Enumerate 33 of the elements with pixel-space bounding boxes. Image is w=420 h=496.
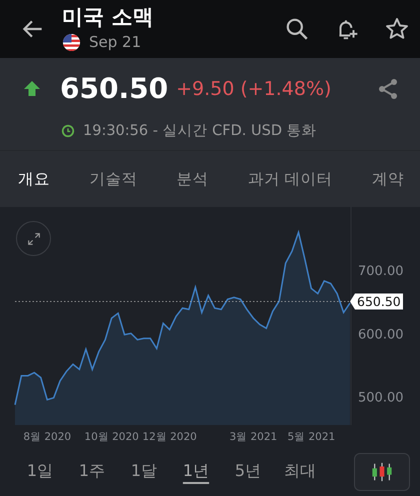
instrument-title: 미국 소맥 <box>62 4 154 30</box>
star-icon[interactable] <box>384 16 410 42</box>
y-axis-label: 500.00 <box>358 390 404 406</box>
share-icon[interactable] <box>376 76 400 100</box>
last-price: 650.50 <box>60 72 168 105</box>
period-tab[interactable]: 최대 <box>276 457 324 486</box>
x-axis-label: 3월 2021 <box>230 431 278 443</box>
current-price-label: 650.50 <box>350 293 403 310</box>
ref-line-label: 650.50 <box>357 294 401 309</box>
tab[interactable]: 기술적 <box>81 162 146 196</box>
tab[interactable]: 계약 <box>364 162 412 196</box>
period-tab[interactable]: 1달 <box>120 457 168 486</box>
tab[interactable]: 과거 데이터 <box>240 162 341 196</box>
y-axis-label: 700.00 <box>358 264 404 280</box>
period-tab[interactable]: 1년 <box>172 457 220 486</box>
price-change: +9.50 (+1.48%) <box>176 78 332 100</box>
expand-icon <box>26 230 42 246</box>
period-tab[interactable]: 1주 <box>68 457 116 486</box>
period-tab[interactable]: 5년 <box>224 457 272 486</box>
clock-icon <box>61 124 75 138</box>
candlestick-button[interactable] <box>354 452 410 490</box>
expand-button[interactable] <box>16 221 51 256</box>
time-note: 19:30:56 - 실시간 CFD. USD 통화 <box>83 122 317 140</box>
contract-date: Sep 21 <box>89 33 142 51</box>
tab[interactable]: 분석 <box>168 162 217 196</box>
x-axis-label: 8월 2020 <box>23 431 72 443</box>
x-axis-label: 10월 2020 <box>84 431 139 443</box>
x-axis-label: 12월 2020 <box>142 431 197 443</box>
y-axis-label: 600.00 <box>358 327 404 342</box>
flag-icon <box>62 32 81 52</box>
search-icon[interactable] <box>284 16 310 42</box>
period-tab[interactable]: 1일 <box>16 457 64 486</box>
x-axis-label: 5월 2021 <box>287 431 336 443</box>
